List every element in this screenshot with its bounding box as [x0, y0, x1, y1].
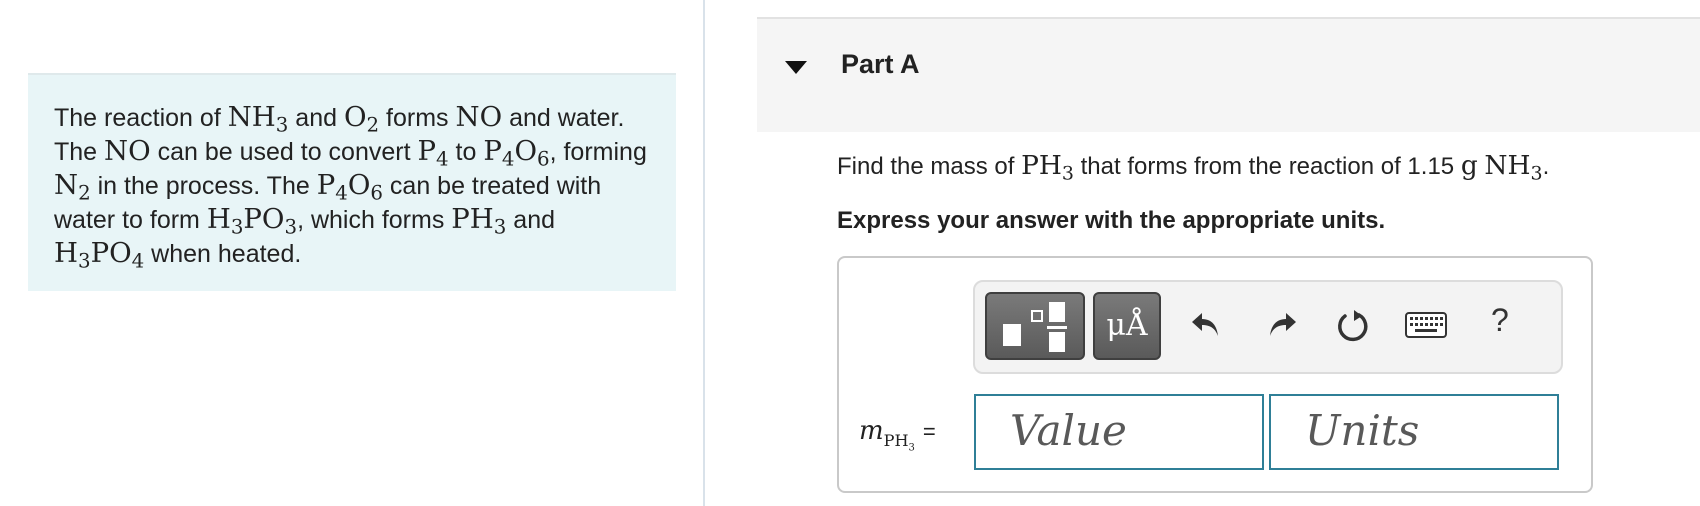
keyboard-icon[interactable] [1405, 312, 1447, 343]
math-toolbar: μÅ ? [973, 280, 1563, 374]
part-a-header[interactable]: Part A [757, 17, 1700, 132]
answer-box: μÅ ? mPH3= Value Units [837, 256, 1593, 493]
units-icon: μÅ [1106, 308, 1148, 343]
question-text: Find the mass of PH3 that forms from the… [837, 150, 1550, 185]
undo-icon[interactable] [1189, 308, 1223, 347]
problem-intro-text: The reaction of NH3 and O2 forms NO and … [54, 101, 647, 273]
answer-variable-label: mPH3= [859, 416, 936, 454]
part-title: Part A [841, 49, 920, 79]
templates-button[interactable] [985, 292, 1085, 360]
reset-icon[interactable] [1335, 308, 1371, 349]
units-input[interactable]: Units [1269, 394, 1559, 470]
collapse-caret-icon[interactable] [785, 61, 807, 74]
value-input[interactable]: Value [974, 394, 1264, 470]
units-button[interactable]: μÅ [1093, 292, 1161, 360]
redo-icon[interactable] [1265, 308, 1299, 347]
answer-instruction: Express your answer with the appropriate… [837, 207, 1386, 234]
help-icon[interactable]: ? [1491, 302, 1509, 339]
column-divider [703, 0, 705, 506]
problem-intro-panel: The reaction of NH3 and O2 forms NO and … [28, 73, 676, 291]
